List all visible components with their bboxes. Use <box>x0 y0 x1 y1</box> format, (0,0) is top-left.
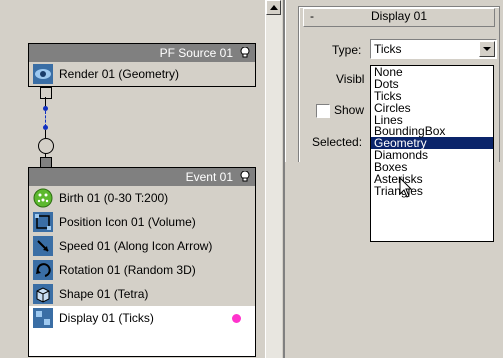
operator-birth[interactable]: Birth 01 (0-30 T:200) <box>29 186 255 210</box>
event-node[interactable]: Event 01 Birth 01 (0-30 T:200) Position … <box>28 167 256 357</box>
operator-display[interactable]: Display 01 (Ticks) <box>29 306 255 330</box>
operator-label: Speed 01 (Along Icon Arrow) <box>59 239 213 253</box>
display-color-swatch[interactable] <box>232 313 241 323</box>
type-select[interactable]: Ticks <box>370 39 497 59</box>
operator-label: Shape 01 (Tetra) <box>59 287 149 301</box>
operator-label: Display 01 (Ticks) <box>59 311 154 325</box>
shape-icon <box>33 284 53 304</box>
operator-label: Render 01 (Geometry) <box>59 67 180 81</box>
operator-shape[interactable]: Shape 01 (Tetra) <box>29 282 255 306</box>
node-title: Event 01 <box>185 170 233 184</box>
mouse-cursor-icon <box>399 177 413 198</box>
render-icon <box>33 64 53 84</box>
operator-position-icon[interactable]: Position Icon 01 (Volume) <box>29 210 255 234</box>
type-select-value: Ticks <box>374 42 402 56</box>
position-icon <box>33 212 53 232</box>
rotation-icon <box>33 260 53 280</box>
type-label: Type: <box>332 43 362 57</box>
operator-label: Rotation 01 (Random 3D) <box>59 263 196 277</box>
light-bulb-icon[interactable] <box>240 171 250 182</box>
pf-source-node[interactable]: PF Source 01 Render 01 (Geometry) <box>28 43 256 87</box>
dropdown-option[interactable]: Triangles <box>371 185 493 197</box>
node-header[interactable]: PF Source 01 <box>29 44 255 62</box>
display-icon <box>33 308 53 328</box>
vertical-scrollbar[interactable] <box>265 0 282 358</box>
operator-speed[interactable]: Speed 01 (Along Icon Arrow) <box>29 234 255 258</box>
type-dropdown-list[interactable]: None Dots Ticks Circles Lines BoundingBox Geom… <box>370 65 494 242</box>
operator-rotation[interactable]: Rotation 01 (Random 3D) <box>29 258 255 282</box>
dropdown-option[interactable]: Dots <box>371 78 493 90</box>
show-label: Show <box>334 103 365 117</box>
node-header[interactable]: Event 01 <box>29 168 255 186</box>
operator-label: Birth 01 (0-30 T:200) <box>59 191 169 205</box>
rollout-title: Display 01 <box>370 9 428 23</box>
dropdown-option[interactable]: Circles <box>371 102 493 114</box>
visible-label: Visibl <box>336 72 365 86</box>
operator-render[interactable]: Render 01 (Geometry) <box>29 62 255 86</box>
light-bulb-icon[interactable] <box>240 47 250 58</box>
operator-label: Position Icon 01 (Volume) <box>59 215 196 229</box>
show-checkbox[interactable] <box>316 104 330 118</box>
particle-view-canvas[interactable]: PF Source 01 Render 01 (Geometry) Event … <box>0 0 257 358</box>
chevron-down-icon[interactable] <box>479 41 495 57</box>
node-title: PF Source 01 <box>159 46 233 60</box>
rollout-header[interactable]: - Display 01 <box>303 8 495 27</box>
selected-label: Selected: <box>312 135 363 149</box>
birth-icon <box>33 188 53 208</box>
dropdown-option[interactable]: Ticks <box>371 90 493 102</box>
speed-icon <box>33 236 53 256</box>
scroll-up-button[interactable] <box>266 0 281 15</box>
